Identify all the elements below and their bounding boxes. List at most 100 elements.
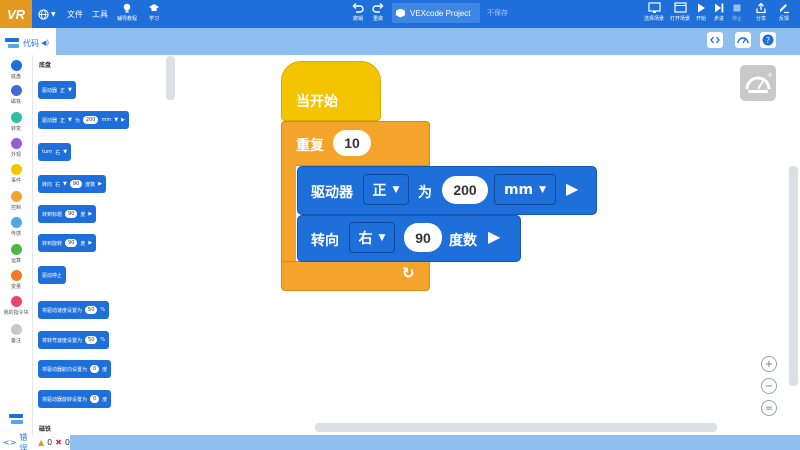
project-name-field[interactable]: VEXcode Project: [392, 3, 480, 23]
error-icon: ✖: [55, 438, 62, 447]
start-button[interactable]: 开始: [695, 2, 707, 22]
category-item[interactable]: 转变: [0, 112, 32, 132]
drive-for-label: 为: [418, 185, 432, 201]
redo-button[interactable]: 重做: [372, 2, 384, 22]
play-icon: [698, 3, 705, 13]
undo-button[interactable]: 撤销: [352, 2, 364, 22]
palette-block-drive-for[interactable]: 驱动器 正 ▼ 为 200 mm ▼ ▶: [38, 111, 129, 129]
zoom-in-icon: +: [764, 358, 774, 370]
feedback-button[interactable]: 反馈: [778, 2, 790, 22]
code-viewer-button[interactable]: [707, 32, 723, 48]
zoom-reset-icon: =: [764, 402, 774, 414]
drive-unit-dropdown[interactable]: mm ▼: [494, 174, 556, 205]
turn-direction-dropdown[interactable]: 右 ▼: [349, 222, 395, 253]
zoom-out-icon: −: [764, 380, 774, 392]
share-button[interactable]: 分享: [755, 2, 767, 22]
learn-button[interactable]: 学习: [148, 2, 160, 22]
help-icon: ?: [762, 34, 774, 46]
category-dot-icon: [10, 244, 22, 255]
loop-arrow-icon: ↻: [402, 264, 415, 282]
dashboard-button[interactable]: [735, 32, 751, 48]
workspace-vertical-scrollbar[interactable]: [789, 166, 798, 386]
file-menu[interactable]: 文件: [67, 0, 83, 28]
drive-direction-dropdown[interactable]: 正 ▼: [363, 174, 409, 205]
step-button[interactable]: 步进: [713, 2, 725, 22]
dashboard-toggle-button[interactable]: +: [740, 65, 776, 101]
tutorials-button[interactable]: 辅导教程: [117, 2, 137, 22]
category-label: 备注: [10, 338, 21, 344]
category-label: 事件: [10, 178, 21, 184]
category-item[interactable]: 传感: [0, 217, 32, 237]
feedback-icon: [780, 4, 789, 14]
palette-section-title-magnet: 磁铁: [39, 426, 52, 433]
share-icon: [756, 2, 766, 14]
chevron-down-icon: ▼: [378, 232, 386, 243]
project-hex-icon: [396, 8, 405, 18]
tab-code[interactable]: 代码 ◀): [0, 31, 56, 55]
workspace-header-bar: [56, 28, 800, 55]
dropdown-arrow-icon: ▼: [63, 149, 68, 155]
open-scene-button[interactable]: 打开场景: [670, 2, 690, 22]
palette-block-turn-to-rotation[interactable]: 转到旋转 90 度 ▶: [38, 234, 97, 252]
turn-angle-input[interactable]: 90: [404, 223, 442, 252]
turn-step-arrow-icon: ▶: [488, 227, 501, 246]
palette-section-title: 底盘: [39, 62, 52, 69]
palette-block-turn-to-heading[interactable]: 转到标题 90 度 ▶: [38, 205, 97, 223]
palette-block-turn[interactable]: turn 右 ▼: [38, 143, 72, 161]
category-label: 转变: [10, 126, 21, 132]
category-dot-icon: [10, 138, 22, 149]
svg-text:?: ?: [766, 36, 770, 45]
category-label: 我的指令块: [3, 310, 29, 316]
category-item[interactable]: 运算: [0, 244, 32, 264]
svg-text:+: +: [767, 71, 773, 79]
vr-logo: VR: [0, 0, 32, 28]
redo-icon: [372, 3, 384, 13]
category-item[interactable]: 备注: [0, 324, 32, 344]
chevron-down-icon: ▼: [392, 184, 400, 195]
stop-button[interactable]: 停止: [731, 2, 743, 22]
help-button[interactable]: ?: [760, 32, 776, 48]
category-label: 底盘: [10, 74, 21, 80]
zoom-in-button[interactable]: +: [761, 356, 777, 372]
palette-block-turn-for[interactable]: 转向 右 ▼ 90 度数 ▶: [38, 175, 107, 193]
drive-distance-input[interactable]: 200: [442, 176, 488, 204]
speedometer-plus-icon: +: [745, 71, 773, 93]
undo-icon: [352, 3, 364, 13]
repeat-block-arm: [281, 165, 296, 262]
category-dot-icon: [10, 217, 22, 228]
drive-step-arrow-icon: ▶: [566, 179, 579, 198]
category-item[interactable]: 外观: [0, 138, 32, 158]
category-item[interactable]: 我的指令块: [0, 296, 32, 316]
workspace-horizontal-scrollbar[interactable]: [315, 423, 717, 432]
category-dot-icon: [10, 60, 22, 71]
category-dot-icon: [10, 164, 22, 175]
tools-menu[interactable]: 工具: [92, 0, 108, 28]
status-bar: [0, 435, 800, 450]
turn-unit-label: 度数: [449, 233, 477, 249]
category-item[interactable]: 磁铁: [0, 85, 32, 105]
category-item[interactable]: 控制: [0, 191, 32, 211]
palette-block-set-turn-velocity[interactable]: 将转弯速度设置为 50 %: [38, 331, 110, 349]
errors-panel-toggle[interactable]: <> 错误 ▲ 0 ✖ 0: [0, 433, 70, 450]
dropdown-arrow-icon: ▼: [68, 87, 72, 93]
repeat-count-input[interactable]: 10: [333, 130, 371, 156]
palette-block-set-drive-velocity[interactable]: 将驱动速度设置为 50 %: [38, 301, 110, 319]
zoom-reset-button[interactable]: =: [761, 400, 777, 416]
palette-scrollbar[interactable]: [166, 56, 175, 100]
language-menu[interactable]: ▼: [38, 0, 56, 28]
palette-block-drive[interactable]: 驱动器 正 ▼: [38, 81, 76, 99]
category-item[interactable]: 事件: [0, 164, 32, 184]
category-item[interactable]: 底盘: [0, 60, 32, 80]
play-arrow-icon: ▶: [121, 117, 125, 123]
window-icon: [673, 2, 687, 13]
category-item[interactable]: 变量: [0, 270, 32, 290]
category-dot-icon: [10, 296, 22, 307]
palette-block-drive-stop[interactable]: 驱动停止: [38, 266, 67, 284]
category-label: 磁铁: [10, 99, 21, 105]
palette-block-set-drive-rotation[interactable]: 将驱动器旋转设置为 0 度: [38, 390, 112, 408]
palette-block-set-drive-heading[interactable]: 将驱动器航向设置为 0 度: [38, 360, 112, 378]
save-status: 不保存: [487, 9, 508, 17]
zoom-out-button[interactable]: −: [761, 378, 777, 394]
select-scene-button[interactable]: 选择场景: [644, 2, 664, 22]
extensions-button[interactable]: [3, 410, 29, 428]
